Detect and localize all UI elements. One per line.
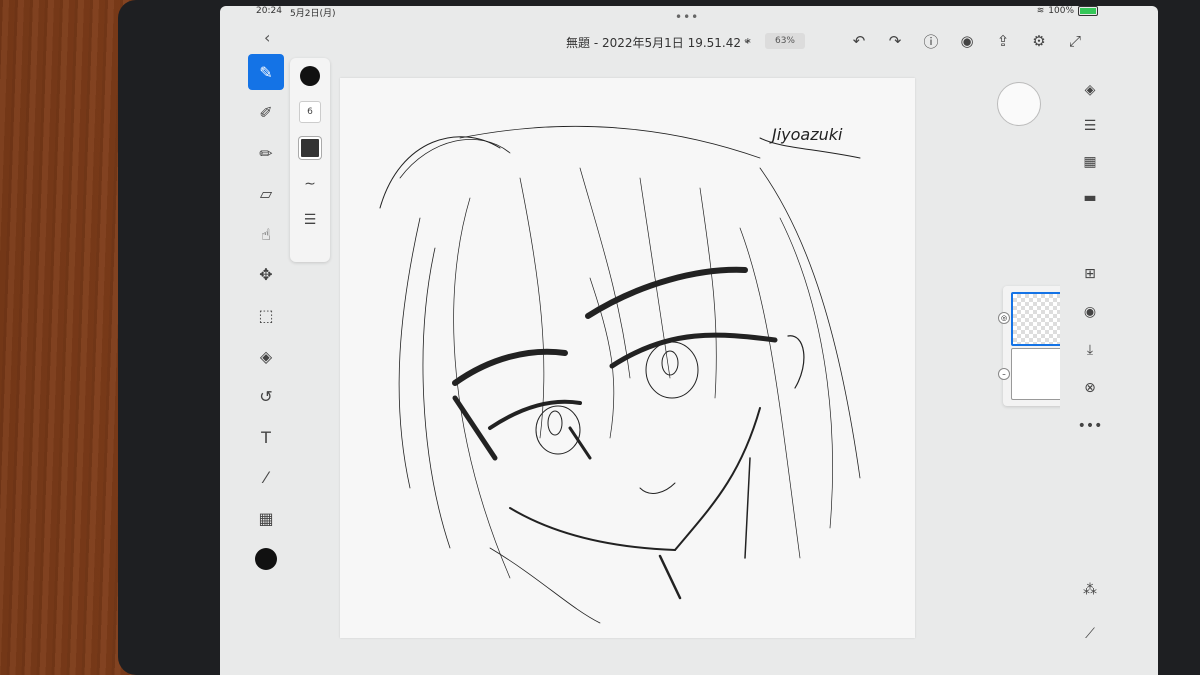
document-title[interactable]: 無題 - 2022年5月1日 19.51.42 * bbox=[566, 34, 751, 51]
status-right: ≋ 100% bbox=[1037, 6, 1098, 16]
brush-size-value: 6 bbox=[299, 101, 321, 123]
add-layer-icon[interactable]: ⊞ bbox=[1078, 262, 1102, 286]
pixel-brush-icon[interactable]: ✎ bbox=[248, 54, 284, 90]
fullscreen-icon[interactable]: ⤢ bbox=[1064, 30, 1086, 52]
ruler-icon[interactable]: ⟋ bbox=[1078, 622, 1102, 646]
vector-brush-icon[interactable]: ✏ bbox=[248, 135, 284, 171]
comment-icon[interactable]: ▬ bbox=[1078, 186, 1102, 210]
layers-icon[interactable]: ◈ bbox=[1078, 78, 1102, 102]
toolbar-icons: ↶ ↷ ⓘ ◉ ⇪ ⚙ ⤢ bbox=[848, 30, 1086, 52]
back-button[interactable]: ‹ bbox=[264, 28, 270, 47]
top-bar: ‹ 無題 - 2022年5月1日 19.51.42 * ⌄ 63% ↶ ↷ ⓘ … bbox=[220, 22, 1158, 62]
current-color-dot bbox=[255, 548, 277, 571]
settings-icon[interactable]: ⚙ bbox=[1028, 30, 1050, 52]
help-icon[interactable]: ⓘ bbox=[920, 30, 942, 52]
status-time: 20:24 bbox=[256, 6, 282, 16]
color-square-icon bbox=[299, 137, 321, 159]
eraser-icon[interactable]: ▱ bbox=[248, 176, 284, 212]
wifi-icon: ≋ bbox=[1036, 6, 1045, 16]
brush-dot-icon bbox=[300, 66, 320, 86]
battery-icon bbox=[1078, 6, 1098, 16]
liquify-icon[interactable]: ↺ bbox=[248, 379, 284, 415]
live-brush-icon[interactable]: ✐ bbox=[248, 95, 284, 131]
left-tool-rail: ✎ ✐ ✏ ▱ ☝ ✥ ⬚ ◈ ↺ T ⁄ ▦ bbox=[248, 54, 288, 614]
brush-stroke[interactable]: ∼ bbox=[290, 166, 330, 202]
layer-blank-badge: – bbox=[998, 368, 1010, 380]
selection-icon[interactable]: ⬚ bbox=[248, 298, 284, 334]
sketch-drawing: Jiyoazuki bbox=[379, 125, 861, 624]
redo-icon[interactable]: ↷ bbox=[884, 30, 906, 52]
share-user-icon[interactable]: ◉ bbox=[956, 30, 978, 52]
text-tool-icon[interactable]: T bbox=[248, 419, 284, 455]
sliders-icon: ☰ bbox=[303, 212, 317, 228]
status-date: 5月2日(月) bbox=[290, 9, 336, 19]
grid-icon[interactable]: ▦ bbox=[1078, 150, 1102, 174]
zoom-level[interactable]: 63% bbox=[765, 33, 805, 49]
drawing-canvas[interactable]: Jiyoazuki bbox=[340, 78, 915, 638]
layer-thumbnail-sketch[interactable] bbox=[1011, 292, 1065, 346]
image-icon[interactable]: ▦ bbox=[248, 501, 284, 537]
merge-icon[interactable]: ⤓ bbox=[1078, 338, 1102, 362]
undo-icon[interactable]: ↶ bbox=[848, 30, 870, 52]
brush-color[interactable] bbox=[290, 130, 330, 166]
signature-text: Jiyoazuki bbox=[769, 125, 843, 144]
fill-icon[interactable]: ◈ bbox=[248, 338, 284, 374]
eyedropper-icon[interactable]: ⁄ bbox=[248, 460, 284, 496]
battery-percent: 100% bbox=[1048, 6, 1074, 16]
chevron-down-icon[interactable]: ⌄ bbox=[742, 32, 752, 46]
wave-icon: ∼ bbox=[304, 176, 316, 192]
actions-icon[interactable]: ⁂ bbox=[1078, 578, 1102, 602]
brush-size[interactable]: 6 bbox=[290, 94, 330, 130]
blend-icon[interactable]: ⊗ bbox=[1078, 376, 1102, 400]
layer-status-badge: ◎ bbox=[998, 312, 1010, 324]
brush-preview[interactable] bbox=[290, 58, 330, 94]
export-icon[interactable]: ⇪ bbox=[992, 30, 1014, 52]
brush-options[interactable]: ☰ bbox=[290, 202, 330, 238]
app-screen: 20:24 5月2日(月) ≋ 100% ••• ‹ 無題 - 2022年5月1… bbox=[220, 6, 1158, 675]
brush-settings-panel: 6 ∼ ☰ bbox=[290, 58, 330, 262]
adjustments-icon[interactable]: ☰ bbox=[1078, 114, 1102, 138]
color-swatch[interactable] bbox=[248, 541, 284, 577]
more-icon[interactable]: ••• bbox=[1078, 414, 1103, 438]
smudge-icon[interactable]: ☝ bbox=[248, 216, 284, 252]
right-tool-rail: ◈ ☰ ▦ ▬ ⊞ ◉ ⤓ ⊗ ••• ⁂ ⟋ bbox=[1060, 70, 1120, 650]
visibility-icon[interactable]: ◉ bbox=[1078, 300, 1102, 324]
layer-thumbnail-blank[interactable] bbox=[1011, 348, 1063, 400]
transform-icon[interactable]: ✥ bbox=[248, 257, 284, 293]
color-picker-circle[interactable] bbox=[997, 82, 1041, 126]
